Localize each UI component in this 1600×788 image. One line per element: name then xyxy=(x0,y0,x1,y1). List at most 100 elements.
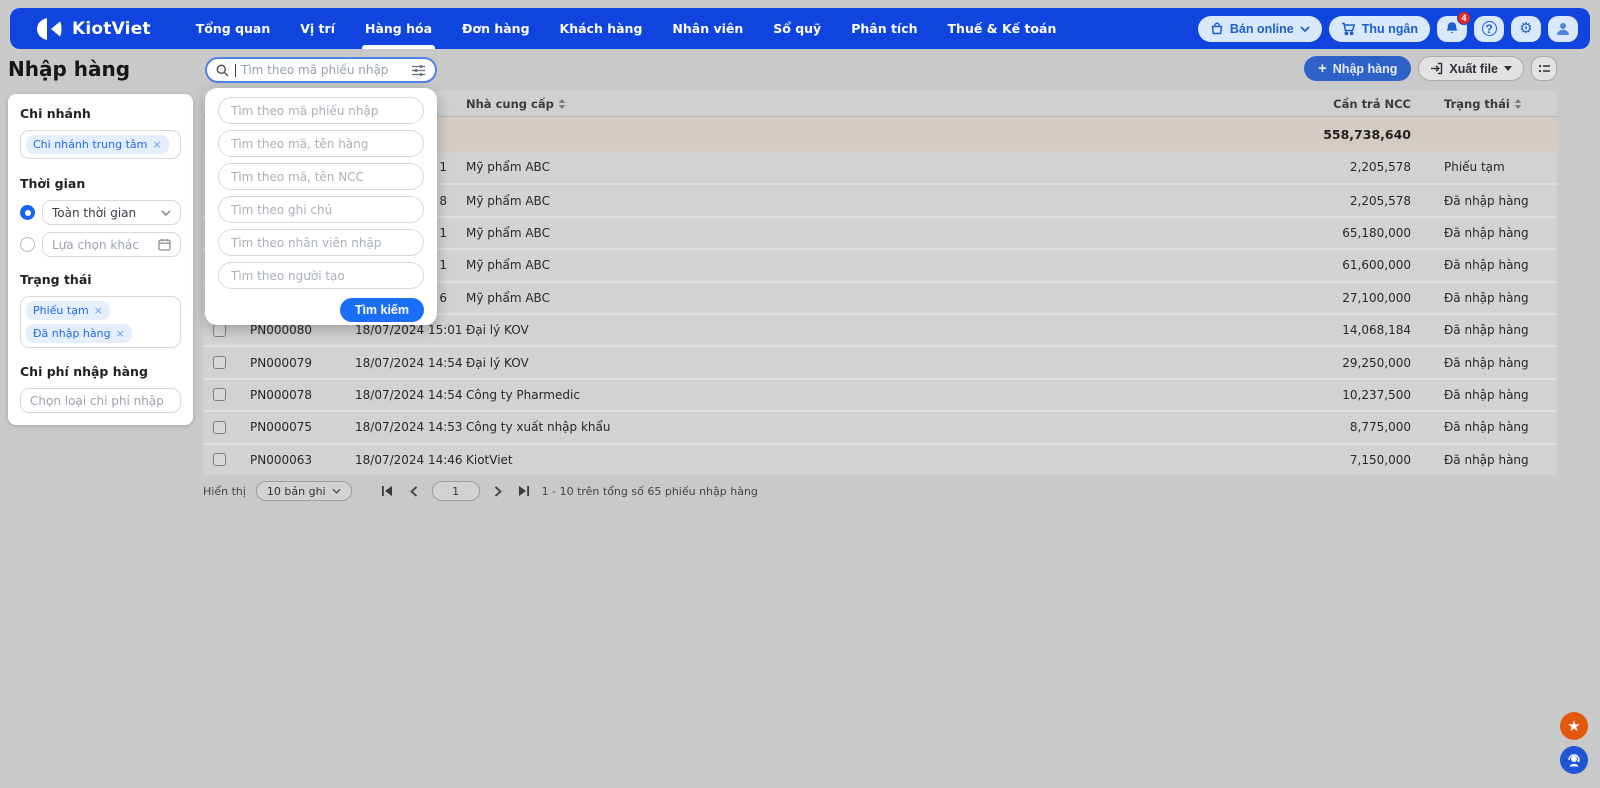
chevron-down-icon xyxy=(1504,66,1512,71)
branch-filter-label: Chi nhánh xyxy=(20,106,181,121)
cell-time: 18/07/2024 14:53 xyxy=(355,420,447,434)
nav-item-3[interactable]: Đơn hàng xyxy=(447,8,545,49)
header-status[interactable]: Trạng thái xyxy=(1411,97,1557,111)
notifications-button[interactable]: 4 xyxy=(1437,16,1467,42)
page-size-value: 10 bản ghi xyxy=(267,485,326,498)
current-page-input[interactable]: 1 xyxy=(432,481,480,501)
header-payable[interactable]: Cần trả NCC xyxy=(1251,97,1411,111)
cell-payable: 61,600,000 xyxy=(1251,258,1411,272)
status-chip-label: Phiếu tạm xyxy=(33,304,89,317)
status-filter-label: Trạng thái xyxy=(20,272,181,287)
time-other-radio[interactable] xyxy=(20,237,35,252)
advanced-search-field-3[interactable] xyxy=(218,196,424,223)
cost-type-input[interactable]: Chọn loại chi phí nhập xyxy=(20,388,181,413)
status-filter-box[interactable]: Phiếu tạm × Đã nhập hàng × xyxy=(20,296,181,348)
cell-code: PN000078 xyxy=(250,388,355,402)
cell-code: PN000063 xyxy=(250,453,355,467)
thu-ngan-button[interactable]: Thu ngân xyxy=(1329,16,1430,42)
branch-chip-0[interactable]: Chi nhánh trung tâm × xyxy=(26,135,169,154)
import-goods-label: Nhập hàng xyxy=(1333,62,1398,76)
row-checkbox[interactable] xyxy=(213,324,226,337)
advanced-search-field-2[interactable] xyxy=(218,163,424,190)
row-checkbox[interactable] xyxy=(213,388,226,401)
time-range-select[interactable]: Toàn thời gian xyxy=(42,200,181,225)
status-chip-label: Đã nhập hàng xyxy=(33,327,111,340)
cell-code: PN000079 xyxy=(250,356,355,370)
remove-chip-icon[interactable]: × xyxy=(94,304,103,317)
table-row[interactable]: PN00006318/07/2024 14:46KiotViet7,150,00… xyxy=(203,443,1557,475)
cell-status: Đã nhập hàng xyxy=(1411,323,1557,337)
last-page-button[interactable] xyxy=(516,486,532,496)
cart-icon xyxy=(1341,22,1356,36)
help-button[interactable]: ? xyxy=(1474,16,1504,42)
sort-icon xyxy=(1514,99,1522,109)
cell-status: Đã nhập hàng xyxy=(1411,388,1557,402)
nav-item-2[interactable]: Hàng hóa xyxy=(350,8,447,49)
page-size-select[interactable]: 10 bản ghi xyxy=(256,481,352,501)
nav-item-8[interactable]: Thuế & Kế toán xyxy=(933,8,1072,49)
search-submit-button[interactable]: Tìm kiếm xyxy=(340,298,424,322)
header-supplier[interactable]: Nhà cung cấp xyxy=(466,97,1251,111)
time-other-input[interactable]: Lựa chọn khác xyxy=(42,232,181,257)
nav-item-7[interactable]: Phân tích xyxy=(836,8,932,49)
main-menu: Tổng quanVị tríHàng hóaĐơn hàngKhách hàn… xyxy=(181,8,1072,49)
nav-item-6[interactable]: Sổ quỹ xyxy=(758,8,836,49)
support-fab-button[interactable] xyxy=(1560,746,1588,774)
prev-page-button[interactable] xyxy=(406,486,422,497)
plus-icon: + xyxy=(1318,60,1327,77)
chevron-down-icon xyxy=(161,210,171,216)
advanced-search-field-5[interactable] xyxy=(218,262,424,289)
row-checkbox[interactable] xyxy=(213,453,226,466)
cost-type-placeholder: Chọn loại chi phí nhập xyxy=(30,394,164,408)
navbar-actions: Bán online Thu ngân 4 ? xyxy=(1198,16,1578,42)
export-file-button[interactable]: Xuất file xyxy=(1418,56,1524,81)
remove-chip-icon[interactable]: × xyxy=(116,327,125,340)
branch-filter-box[interactable]: Chi nhánh trung tâm × xyxy=(20,130,181,159)
time-other-placeholder: Lựa chọn khác xyxy=(52,238,139,252)
remove-chip-icon[interactable]: × xyxy=(152,138,161,151)
status-chip-1[interactable]: Đã nhập hàng × xyxy=(26,324,132,343)
import-goods-button[interactable]: + Nhập hàng xyxy=(1304,56,1411,81)
next-page-button[interactable] xyxy=(490,486,506,497)
account-button[interactable] xyxy=(1548,16,1578,42)
rating-fab-button[interactable]: ★ xyxy=(1560,712,1588,740)
nav-item-0[interactable]: Tổng quan xyxy=(181,8,286,49)
time-all-radio[interactable] xyxy=(20,205,35,220)
row-checkbox[interactable] xyxy=(213,356,226,369)
branch-chip-label: Chi nhánh trung tâm xyxy=(33,138,147,151)
search-input[interactable]: Tìm theo mã phiếu nhập xyxy=(205,57,437,83)
show-label: Hiển thị xyxy=(203,485,246,498)
advanced-search-panel: Tìm kiếm xyxy=(205,88,437,325)
pagination-info: 1 - 10 trên tổng số 65 phiếu nhập hàng xyxy=(542,485,758,498)
brand-logo[interactable]: KiotViet xyxy=(36,17,151,41)
time-filter-label: Thời gian xyxy=(20,176,181,191)
list-columns-icon xyxy=(1538,63,1551,74)
cell-supplier: Công ty Pharmedic xyxy=(466,388,1251,402)
table-row[interactable]: PN00007918/07/2024 14:54Đại lý KOV29,250… xyxy=(203,345,1557,377)
advanced-filter-icon[interactable] xyxy=(411,64,426,77)
cell-supplier: Công ty xuất nhập khẩu xyxy=(466,420,1251,434)
first-page-button[interactable] xyxy=(380,486,396,496)
advanced-search-field-1[interactable] xyxy=(218,130,424,157)
thu-ngan-label: Thu ngân xyxy=(1362,22,1418,36)
ban-online-button[interactable]: Bán online xyxy=(1198,16,1322,42)
nav-item-4[interactable]: Khách hàng xyxy=(545,8,658,49)
kiotviet-logo-icon xyxy=(36,17,64,41)
cell-supplier: Mỹ phẩm ABC xyxy=(466,194,1251,208)
notification-badge: 4 xyxy=(1457,11,1471,25)
cell-time: 18/07/2024 14:46 xyxy=(355,453,447,467)
settings-button[interactable]: ⚙ xyxy=(1511,16,1541,42)
table-row[interactable]: PN00007818/07/2024 14:54Công ty Pharmedi… xyxy=(203,378,1557,410)
advanced-search-field-4[interactable] xyxy=(218,229,424,256)
status-chip-0[interactable]: Phiếu tạm × xyxy=(26,301,110,320)
nav-item-5[interactable]: Nhân viên xyxy=(657,8,758,49)
sort-icon xyxy=(558,99,566,109)
table-row[interactable]: PN00007518/07/2024 14:53Công ty xuất nhậ… xyxy=(203,410,1557,442)
cell-status: Đã nhập hàng xyxy=(1411,420,1557,434)
cell-payable: 29,250,000 xyxy=(1251,356,1411,370)
search-placeholder: Tìm theo mã phiếu nhập xyxy=(241,63,411,77)
row-checkbox[interactable] xyxy=(213,421,226,434)
column-settings-button[interactable] xyxy=(1531,56,1557,81)
advanced-search-field-0[interactable] xyxy=(218,97,424,124)
nav-item-1[interactable]: Vị trí xyxy=(285,8,350,49)
